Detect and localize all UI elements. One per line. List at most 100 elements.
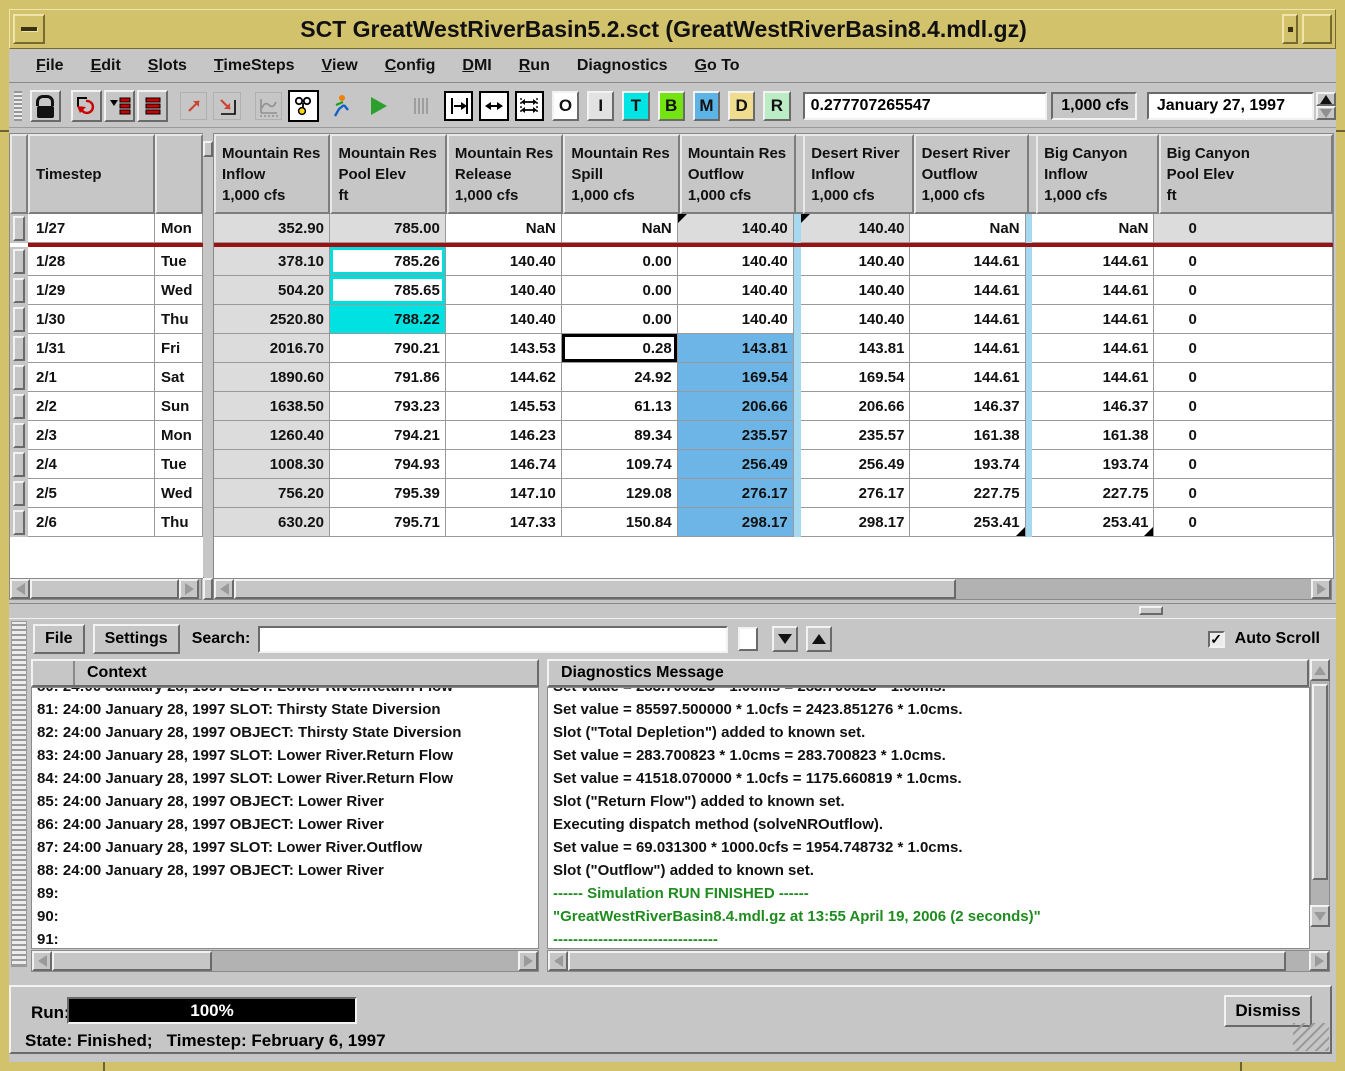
swap-rows-columns-button[interactable] xyxy=(71,90,102,122)
value-cell[interactable]: 352.90 xyxy=(214,214,330,243)
menu-timesteps[interactable]: TimeSteps xyxy=(214,57,295,75)
value-cell[interactable]: 89.34 xyxy=(562,421,678,450)
context-header[interactable]: Context xyxy=(31,659,539,687)
context-list[interactable]: 80: 24:00 January 28, 1997 SLOT: Lower R… xyxy=(31,687,539,949)
value-cell[interactable]: 0.00 xyxy=(562,276,678,305)
hscroll-left-arrow[interactable] xyxy=(10,579,30,599)
value-cell[interactable]: 144.61 xyxy=(1032,247,1154,276)
auto-scroll-checkbox[interactable]: ✓ xyxy=(1208,631,1225,648)
timestep-day-cell[interactable]: Sun xyxy=(155,392,203,421)
hscroll-right-arrow[interactable] xyxy=(518,951,538,971)
message-row[interactable]: Set value = 41518.070000 * 1.0cfs = 1175… xyxy=(548,767,1309,790)
value-cell[interactable]: 788.22 xyxy=(330,305,446,334)
panel-divider[interactable] xyxy=(9,603,1336,619)
value-cell[interactable]: 140.40 xyxy=(801,247,911,276)
vscroll-thumb[interactable] xyxy=(1312,684,1328,880)
timestep-date-cell[interactable]: 1/28 xyxy=(28,247,155,276)
value-cell[interactable]: 0 xyxy=(1154,421,1333,450)
date-field[interactable]: January 27, 1997 xyxy=(1147,92,1314,120)
value-cell[interactable]: 143.53 xyxy=(446,334,562,363)
value-cell[interactable]: 791.86 xyxy=(330,363,446,392)
aggregate-rows-button[interactable] xyxy=(104,90,135,122)
value-cell[interactable]: 790.21 xyxy=(330,334,446,363)
value-cell[interactable]: 61.13 xyxy=(562,392,678,421)
timestep-date-cell[interactable]: 1/30 xyxy=(28,305,155,334)
search-input[interactable] xyxy=(258,626,728,653)
vscroll-down-arrow[interactable] xyxy=(1310,905,1330,927)
message-row[interactable]: Set value = 85597.500000 * 1.0cfs = 2423… xyxy=(548,698,1309,721)
context-row[interactable]: 87: 24:00 January 28, 1997 SLOT: Lower R… xyxy=(32,836,538,859)
titlebar[interactable]: SCT GreatWestRiverBasin5.2.sct (GreatWes… xyxy=(9,9,1336,49)
menu-slots[interactable]: Slots xyxy=(148,57,187,75)
resize-column-button[interactable] xyxy=(479,91,508,121)
value-cell[interactable]: 193.74 xyxy=(910,450,1025,479)
value-cell[interactable]: 1260.40 xyxy=(214,421,330,450)
hscroll-thumb[interactable] xyxy=(52,951,212,971)
context-row[interactable]: 91: xyxy=(32,928,538,949)
day-column-header[interactable] xyxy=(155,134,203,214)
window-menu-button[interactable] xyxy=(13,14,45,44)
value-cell[interactable]: 276.17 xyxy=(801,479,911,508)
value-cell[interactable]: 795.71 xyxy=(330,508,446,537)
timestep-day-cell[interactable]: Thu xyxy=(155,305,203,334)
col-header-big-canyon-pool-elev-ft[interactable]: Big CanyonPool Elevft xyxy=(1159,134,1333,214)
menu-file[interactable]: File xyxy=(36,57,64,75)
message-row[interactable]: --------------------------------- xyxy=(548,928,1309,949)
context-hscrollbar[interactable] xyxy=(31,950,539,972)
value-cell[interactable]: NaN xyxy=(910,214,1025,243)
context-row[interactable]: 80: 24:00 January 28, 1997 SLOT: Lower R… xyxy=(32,688,538,698)
vscroll-up-arrow[interactable] xyxy=(1310,659,1330,681)
value-cell[interactable]: 140.40 xyxy=(801,214,911,243)
value-cell[interactable]: 161.38 xyxy=(910,421,1025,450)
col-header-mountain-res-pool-elev-ft[interactable]: Mountain ResPool Elevft xyxy=(330,134,446,214)
message-row[interactable]: "GreatWestRiverBasin8.4.mdl.gz at 13:55 … xyxy=(548,905,1309,928)
timestep-column-header[interactable]: Timestep xyxy=(28,134,155,214)
value-cell[interactable]: 144.62 xyxy=(446,363,562,392)
timestep-date-cell[interactable]: 1/29 xyxy=(28,276,155,305)
value-cell[interactable]: 109.74 xyxy=(562,450,678,479)
diagnostics-grip[interactable] xyxy=(11,621,27,967)
value-cell[interactable]: 795.39 xyxy=(330,479,446,508)
value-cell[interactable]: 144.61 xyxy=(1032,305,1154,334)
col-header-mountain-res-inflow-1-000-cfs[interactable]: Mountain ResInflow1,000 cfs xyxy=(214,134,330,214)
pane-splitter-handle[interactable] xyxy=(203,141,213,157)
pane-splitter[interactable] xyxy=(203,133,213,577)
date-spin-up-button[interactable] xyxy=(1316,92,1336,106)
timestep-date-cell[interactable]: 2/3 xyxy=(28,421,155,450)
row-handle[interactable] xyxy=(13,249,25,274)
flag-m-button[interactable]: M xyxy=(693,91,720,121)
flag-i-button[interactable]: I xyxy=(587,91,614,121)
timestep-day-cell[interactable]: Sat xyxy=(155,363,203,392)
row-handle[interactable] xyxy=(13,336,25,361)
value-cell[interactable]: 140.40 xyxy=(446,305,562,334)
row-handle[interactable] xyxy=(13,365,25,390)
value-cell[interactable]: 206.66 xyxy=(678,392,794,421)
hscroll-left-arrow[interactable] xyxy=(32,951,52,971)
message-row[interactable]: Set value = 69.031300 * 1000.0cfs = 1954… xyxy=(548,836,1309,859)
search-up-button[interactable] xyxy=(806,626,832,652)
context-row[interactable]: 88: 24:00 January 28, 1997 OBJECT: Lower… xyxy=(32,859,538,882)
value-cell[interactable]: 0 xyxy=(1154,450,1333,479)
value-cell[interactable]: 256.49 xyxy=(801,450,911,479)
value-cell[interactable]: 140.40 xyxy=(446,276,562,305)
row-handle[interactable] xyxy=(13,307,25,332)
flag-o-button[interactable]: O xyxy=(552,91,579,121)
auto-scroll-control[interactable]: ✓ Auto Scroll xyxy=(1208,630,1320,648)
diagnostics-settings-button[interactable]: Settings xyxy=(93,624,180,654)
value-cell[interactable]: 253.41 xyxy=(1032,508,1154,537)
value-cell[interactable]: 140.40 xyxy=(446,247,562,276)
resize-grip[interactable] xyxy=(1293,1023,1329,1051)
col-header-mountain-res-outflow-1-000-cfs[interactable]: Mountain ResOutflow1,000 cfs xyxy=(680,134,796,214)
value-cell[interactable]: 24.92 xyxy=(562,363,678,392)
value-cell[interactable]: 146.74 xyxy=(446,450,562,479)
value-cell[interactable]: 2520.80 xyxy=(214,305,330,334)
value-cell[interactable]: 169.54 xyxy=(801,363,911,392)
value-cell[interactable]: 0 xyxy=(1154,363,1333,392)
shrink-slot-button[interactable] xyxy=(213,92,240,120)
timestep-day-cell[interactable]: Mon xyxy=(155,421,203,450)
row-handle[interactable] xyxy=(13,481,25,506)
context-row[interactable]: 89: xyxy=(32,882,538,905)
value-cell[interactable]: 794.93 xyxy=(330,450,446,479)
col-header-desert-river-outflow-1-000-cfs[interactable]: Desert RiverOutflow1,000 cfs xyxy=(914,134,1030,214)
context-row[interactable]: 86: 24:00 January 28, 1997 OBJECT: Lower… xyxy=(32,813,538,836)
